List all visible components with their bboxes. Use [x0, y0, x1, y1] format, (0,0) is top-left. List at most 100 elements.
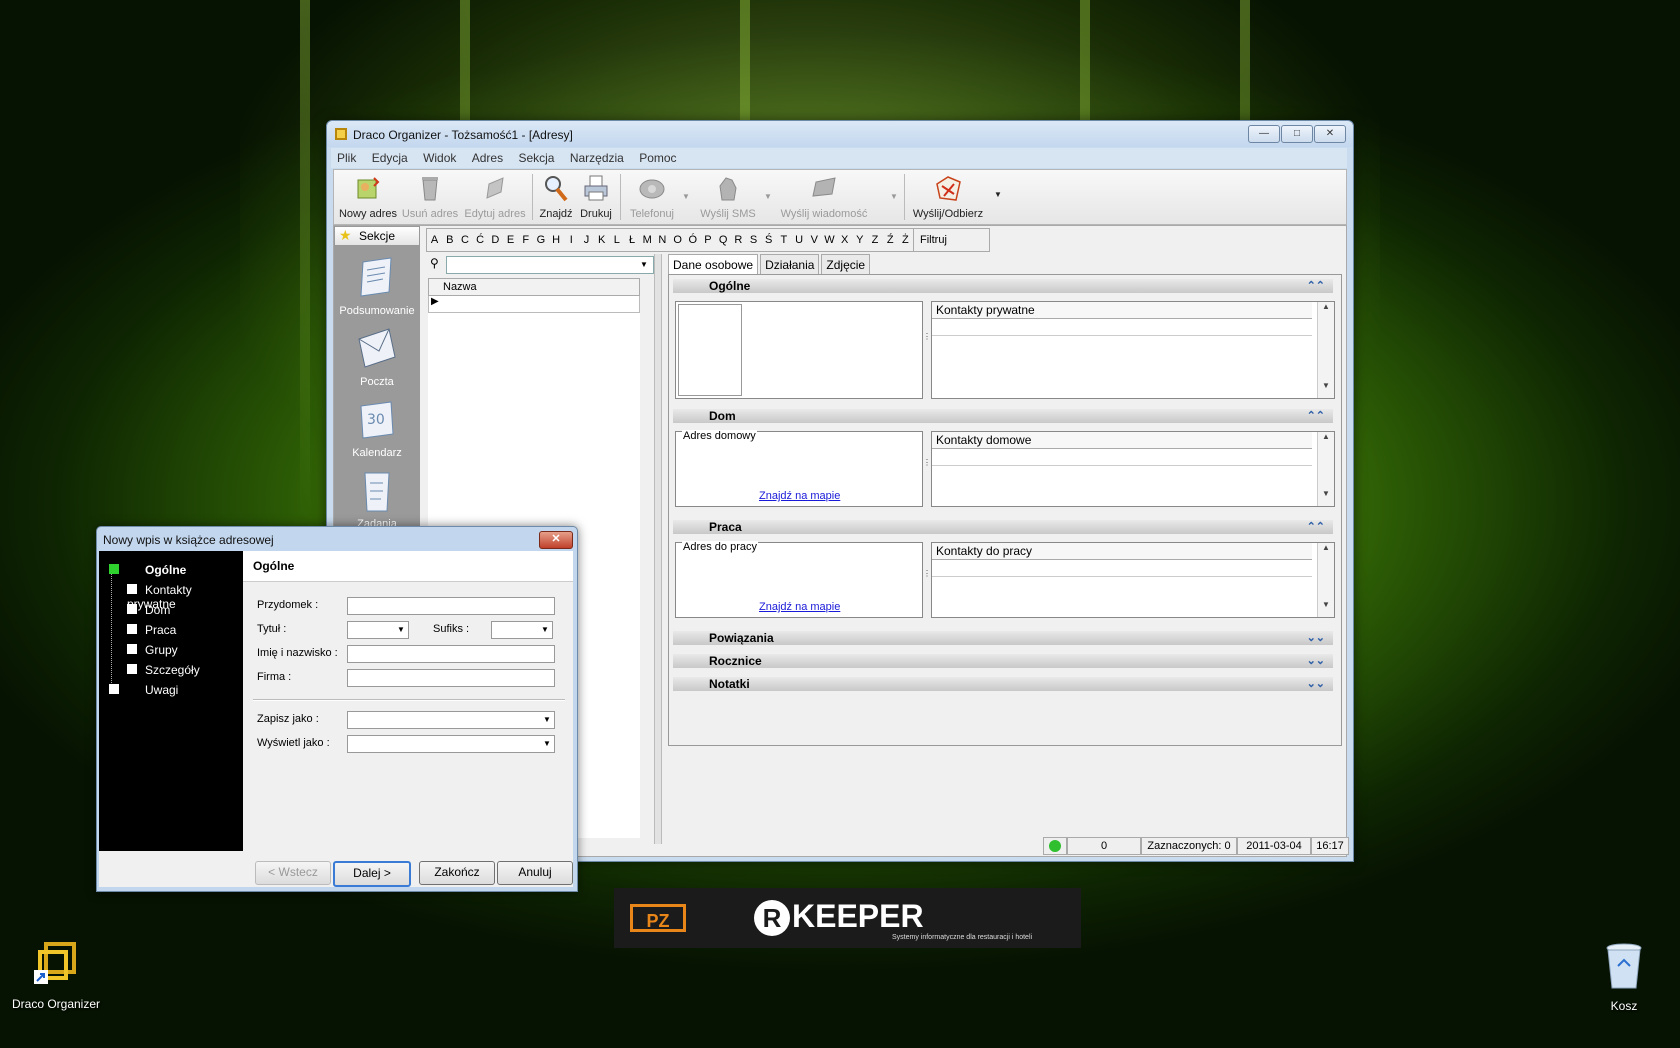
menu-edit[interactable]: Edycja — [366, 148, 414, 168]
collapse-icon[interactable]: ⌃⌃ — [1307, 409, 1325, 423]
alpha-letter[interactable]: B — [442, 229, 457, 251]
alpha-letter[interactable]: D — [488, 229, 503, 251]
scrollbar[interactable]: ▲ ▼ — [1317, 302, 1334, 398]
send-sms-button[interactable]: Wyślij SMS — [694, 172, 762, 220]
chevron-down-icon[interactable]: ▼ — [394, 622, 408, 638]
home-address-box[interactable]: Adres domowy Znajdź na mapie — [675, 430, 923, 507]
work-map-link[interactable]: Znajdź na mapie — [759, 601, 840, 613]
alpha-letter[interactable]: K — [594, 229, 609, 251]
section-tasks[interactable]: Zadania — [334, 467, 420, 530]
new-address-button[interactable]: Nowy adres — [338, 172, 398, 220]
home-map-link[interactable]: Znajdź na mapie — [759, 490, 840, 502]
alpha-letter[interactable]: W — [822, 229, 837, 251]
desktop-icon-draco[interactable]: Draco Organizer — [8, 940, 104, 1011]
chevron-down-icon[interactable]: ▼ — [540, 712, 554, 728]
contact-row[interactable] — [932, 449, 1312, 466]
alpha-letter[interactable]: Ź — [883, 229, 898, 251]
edit-address-button[interactable]: Edytuj adres — [462, 172, 528, 220]
phone-button[interactable]: Telefonuj — [624, 172, 680, 220]
tab-photo[interactable]: Zdjęcie — [821, 254, 871, 275]
group-splitter[interactable]: ⋮ — [923, 459, 931, 467]
send-receive-dropdown-arrow[interactable]: ▼ — [994, 190, 1002, 199]
chevron-down-icon[interactable]: ▼ — [637, 257, 651, 273]
alpha-letter[interactable]: G — [533, 229, 548, 251]
sms-dropdown-arrow[interactable]: ▼ — [764, 192, 772, 201]
tab-actions[interactable]: Działania — [760, 254, 820, 275]
close-button[interactable]: ✕ — [1314, 125, 1346, 143]
back-button[interactable]: < Wstecz — [255, 861, 331, 885]
send-message-button[interactable]: Wyślij wiadomość — [774, 172, 874, 220]
find-button[interactable]: Znajdź — [536, 172, 576, 220]
menu-file[interactable]: Plik — [331, 148, 362, 168]
phone-dropdown-arrow[interactable]: ▼ — [682, 192, 690, 201]
menu-address[interactable]: Adres — [466, 148, 509, 168]
tree-item-work[interactable]: Praca — [127, 623, 176, 637]
search-input[interactable]: ▼ — [446, 256, 654, 274]
title-select[interactable]: ▼ — [347, 621, 409, 639]
group-general[interactable]: Ogólne ⌃⌃ — [673, 279, 1333, 293]
send-receive-button[interactable]: Wyślij/Odbierz — [908, 172, 988, 220]
minimize-button[interactable]: — — [1248, 125, 1280, 143]
alpha-letter[interactable]: J — [579, 229, 594, 251]
alpha-letter[interactable]: C — [457, 229, 472, 251]
window-titlebar[interactable]: Draco Organizer - Tożsamość1 - [Adresy] … — [327, 121, 1353, 147]
alpha-letter[interactable]: E — [503, 229, 518, 251]
alpha-letter[interactable]: Z — [867, 229, 882, 251]
tree-item-groups[interactable]: Grupy — [127, 643, 178, 657]
alpha-letter[interactable]: A — [427, 229, 442, 251]
print-button[interactable]: Drukuj — [576, 172, 616, 220]
chevron-down-icon[interactable]: ▼ — [540, 736, 554, 752]
column-header-name[interactable]: Nazwa — [428, 278, 640, 296]
tree-item-home[interactable]: Dom — [127, 603, 170, 617]
desktop-icon-trash[interactable]: Kosz — [1596, 942, 1652, 1013]
menu-section[interactable]: Sekcja — [512, 148, 560, 168]
home-contacts-grid[interactable]: Kontakty domowe ▲ ▼ — [931, 431, 1335, 507]
group-notes[interactable]: Notatki ⌄⌄ — [673, 677, 1333, 691]
work-address-box[interactable]: Adres do pracy Znajdź na mapie — [675, 541, 923, 618]
alpha-letter[interactable]: U — [792, 229, 807, 251]
group-relations[interactable]: Powiązania ⌄⌄ — [673, 631, 1333, 645]
finish-button[interactable]: Zakończ — [419, 861, 495, 885]
tree-item-details[interactable]: Szczegóły — [127, 663, 200, 677]
nickname-input[interactable] — [347, 597, 555, 615]
tree-item-general[interactable]: Ogólne — [109, 563, 186, 577]
alpha-letter[interactable]: X — [837, 229, 852, 251]
maximize-button[interactable]: □ — [1281, 125, 1313, 143]
suffix-select[interactable]: ▼ — [491, 621, 553, 639]
alpha-letter[interactable]: R — [731, 229, 746, 251]
menu-help[interactable]: Pomoc — [633, 148, 682, 168]
dialog-close-button[interactable]: ✕ — [539, 531, 573, 549]
chevron-down-icon[interactable]: ▼ — [538, 622, 552, 638]
fullname-input[interactable] — [347, 645, 555, 663]
cancel-button[interactable]: Anuluj — [497, 861, 573, 885]
alpha-letter[interactable]: Y — [852, 229, 867, 251]
work-contacts-grid[interactable]: Kontakty do pracy ▲ ▼ — [931, 542, 1335, 618]
group-anniversaries[interactable]: Rocznice ⌄⌄ — [673, 654, 1333, 668]
group-work[interactable]: Praca ⌃⌃ — [673, 520, 1333, 534]
expand-icon[interactable]: ⌄⌄ — [1307, 677, 1325, 691]
delete-address-button[interactable]: Usuń adres — [400, 172, 460, 220]
menu-tools[interactable]: Narzędzia — [564, 148, 630, 168]
pane-splitter[interactable] — [654, 254, 662, 844]
next-button[interactable]: Dalej > — [333, 861, 411, 887]
menu-view[interactable]: Widok — [417, 148, 462, 168]
alpha-letter[interactable]: Ó — [685, 229, 700, 251]
collapse-icon[interactable]: ⌃⌃ — [1307, 279, 1325, 293]
alpha-letter[interactable]: H — [549, 229, 564, 251]
alpha-letter[interactable]: V — [807, 229, 822, 251]
company-input[interactable] — [347, 669, 555, 687]
contact-row[interactable] — [932, 319, 1312, 336]
save-as-select[interactable]: ▼ — [347, 711, 555, 729]
alpha-letter[interactable]: Ć — [473, 229, 488, 251]
alpha-letter[interactable]: N — [655, 229, 670, 251]
advertisement-banner[interactable]: PZ R KEEPER Systemy informatyczne dla re… — [614, 888, 1081, 948]
tree-item-notes[interactable]: Uwagi — [109, 683, 178, 697]
alpha-letter[interactable]: P — [700, 229, 715, 251]
private-contacts-grid[interactable]: Kontakty prywatne ▲ ▼ — [931, 301, 1335, 399]
group-home[interactable]: Dom ⌃⌃ — [673, 409, 1333, 423]
contact-row[interactable] — [932, 560, 1312, 577]
alpha-letter[interactable]: M — [640, 229, 655, 251]
alpha-letter[interactable]: S — [746, 229, 761, 251]
alpha-letter[interactable]: F — [518, 229, 533, 251]
alpha-letter[interactable]: Ł — [624, 229, 639, 251]
